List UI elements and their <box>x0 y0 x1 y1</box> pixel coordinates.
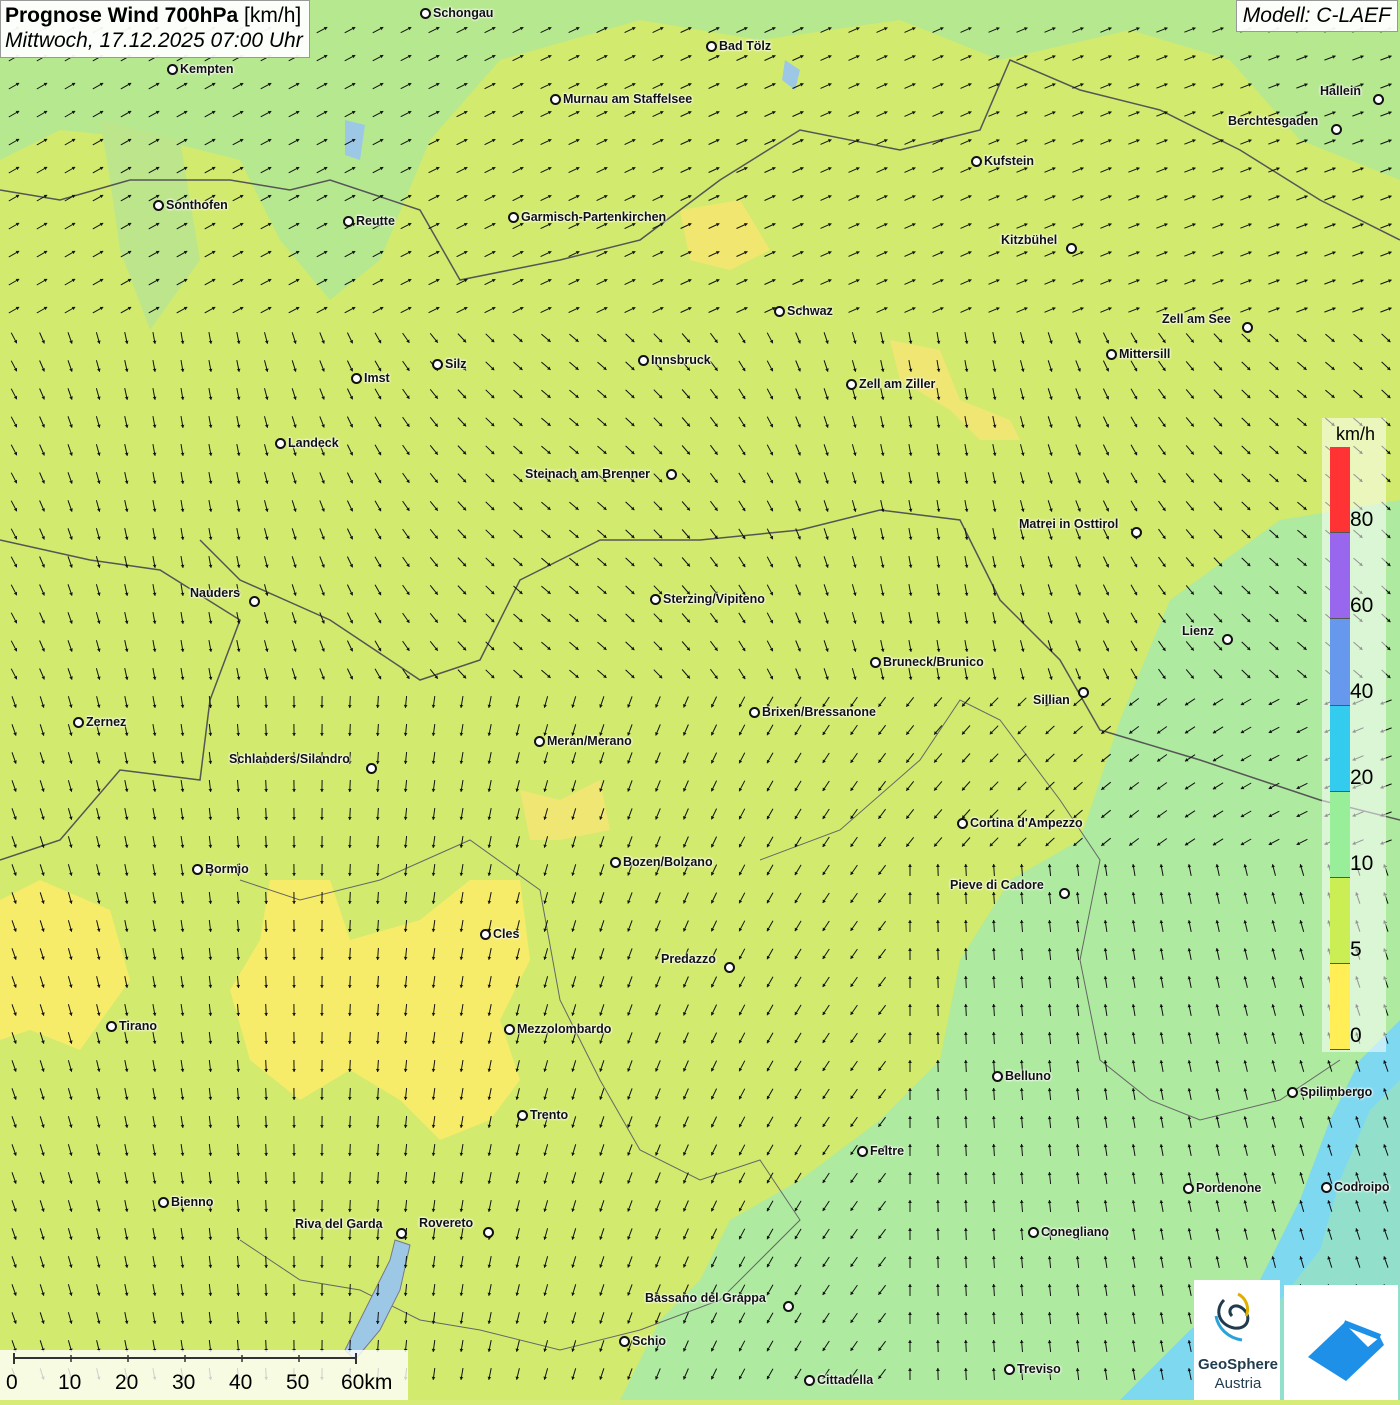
city-label: Landeck <box>288 436 339 450</box>
city-label: Meran/Merano <box>547 734 632 748</box>
map-unit: [km/h] <box>244 4 301 27</box>
city-label: Kitzbühel <box>1001 233 1057 247</box>
city-label: Murnau am Staffelsee <box>563 92 692 106</box>
city-marker <box>73 717 84 728</box>
city-marker <box>550 94 561 105</box>
city-label: Schongau <box>433 6 493 20</box>
city-label: Berchtesgaden <box>1228 114 1318 128</box>
city-marker <box>666 469 677 480</box>
city-marker <box>638 355 649 366</box>
city-marker <box>774 306 785 317</box>
city-label: Garmisch-Partenkirchen <box>521 210 666 224</box>
city-label: Schlanders/Silandro <box>229 752 350 766</box>
city-label: Sterzing/Vipiteno <box>663 592 765 606</box>
city-label: Sonthofen <box>166 198 228 212</box>
model-label: Modell: C-LAEF <box>1236 0 1398 32</box>
city-label: Kufstein <box>984 154 1034 168</box>
city-label: Matrei in Osttirol <box>1019 517 1118 531</box>
city-marker <box>650 594 661 605</box>
city-label: Lienz <box>1182 624 1214 638</box>
city-marker <box>432 359 443 370</box>
map-subtitle: Mittwoch, 17.12.2025 07:00 Uhr <box>5 29 303 53</box>
city-marker <box>870 657 881 668</box>
city-label: Sillian <box>1033 693 1070 707</box>
city-marker <box>610 857 621 868</box>
city-marker <box>706 41 717 52</box>
city-label: Zell am Ziller <box>859 377 935 391</box>
city-marker <box>249 596 260 607</box>
city-label: Reutte <box>356 214 395 228</box>
city-label: Zernez <box>86 715 126 729</box>
city-label: Bozen/Bolzano <box>623 855 713 869</box>
city-label: Bad Tölz <box>719 39 771 53</box>
map-title: Prognose Wind 700hPa <box>5 4 238 27</box>
city-marker <box>1066 243 1077 254</box>
city-marker <box>366 763 377 774</box>
city-marker <box>167 64 178 75</box>
city-label: Hallein <box>1320 84 1361 98</box>
city-marker <box>192 864 203 875</box>
city-label: Silz <box>445 357 467 371</box>
city-marker <box>534 736 545 747</box>
city-label: Schwaz <box>787 304 833 318</box>
city-marker <box>971 156 982 167</box>
city-marker <box>275 438 286 449</box>
city-label: Mittersill <box>1119 347 1170 361</box>
city-marker <box>480 929 491 940</box>
city-label: Bormio <box>205 862 249 876</box>
city-marker <box>1106 349 1117 360</box>
city-label: Predazzo <box>661 952 716 966</box>
title-box: Prognose Wind 700hPa [km/h] Mittwoch, 17… <box>0 0 310 58</box>
city-label: Imst <box>364 371 390 385</box>
city-marker <box>153 200 164 211</box>
city-marker <box>1078 687 1089 698</box>
city-label: Cles <box>493 927 519 941</box>
city-label: Bruneck/Brunico <box>883 655 984 669</box>
city-marker <box>351 373 362 384</box>
city-label: Brixen/Bressanone <box>762 705 876 719</box>
city-marker <box>846 379 857 390</box>
city-marker <box>957 818 968 829</box>
city-marker <box>749 707 760 718</box>
city-marker <box>1059 888 1070 899</box>
city-label: Pieve di Cadore <box>950 878 1044 892</box>
city-marker <box>1222 634 1233 645</box>
city-marker <box>420 8 431 19</box>
title-line: Prognose Wind 700hPa [km/h] <box>5 4 303 28</box>
city-label: Zell am See <box>1162 312 1231 326</box>
city-label: Nauders <box>190 586 240 600</box>
city-marker <box>508 212 519 223</box>
city-label: Cortina d'Ampezzo <box>970 816 1083 830</box>
city-label: Innsbruck <box>651 353 711 367</box>
city-marker <box>1331 124 1342 135</box>
city-marker <box>1131 527 1142 538</box>
city-label: Kempten <box>180 62 233 76</box>
city-marker <box>343 216 354 227</box>
city-marker <box>1373 94 1384 105</box>
city-marker <box>724 962 735 973</box>
city-label: Steinach am Brenner <box>525 467 650 481</box>
city-marker <box>1242 322 1253 333</box>
